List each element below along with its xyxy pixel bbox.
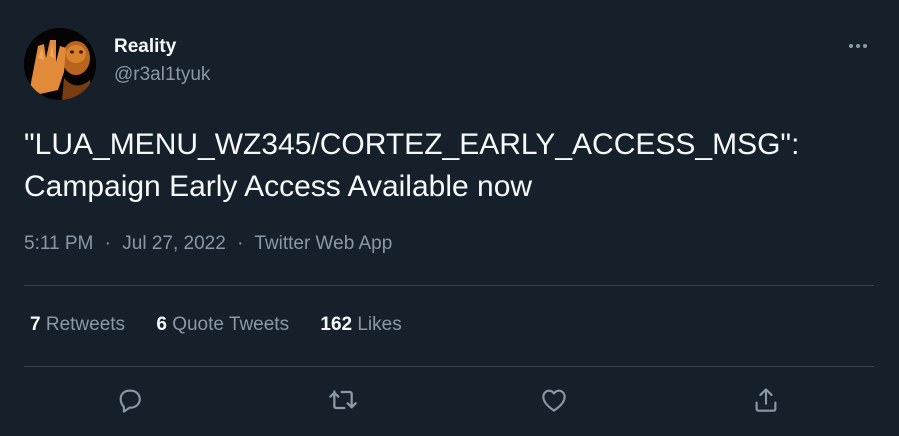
display-name[interactable]: Reality [114,36,176,58]
retweet-button[interactable] [326,383,360,417]
like-button[interactable] [537,383,571,417]
tweet-date[interactable]: Jul 27, 2022 [122,233,226,254]
retweets-stat[interactable]: 7 Retweets [30,314,125,336]
retweets-label: Retweets [45,314,126,335]
reply-button[interactable] [113,383,147,417]
likes-label: Likes [357,314,402,335]
retweets-count: 7 [30,314,41,335]
tweet-card: Reality @r3al1tyuk "LUA_MENU_WZ345/CORTE… [0,0,899,436]
share-icon [755,388,777,412]
share-button[interactable] [749,383,783,417]
tweet-metadata: 5:11 PM · Jul 27, 2022 · Twitter Web App [24,233,392,255]
engagement-stats: 7 Retweets 6 Quote Tweets 162 Likes [30,314,428,336]
tweet-source[interactable]: Twitter Web App [254,233,392,254]
avatar-image [24,28,96,100]
user-handle[interactable]: @r3al1tyuk [114,64,210,86]
quote-tweets-stat[interactable]: 6 Quote Tweets [156,314,289,336]
divider [24,285,874,286]
separator-dot: · [104,233,111,254]
more-icon [849,44,867,48]
more-options-button[interactable] [842,34,874,58]
quote-tweets-label: Quote Tweets [172,314,290,335]
like-icon [542,389,566,412]
divider [24,366,874,367]
tweet-text: "LUA_MENU_WZ345/CORTEZ_EARLY_ACCESS_MSG"… [24,128,800,203]
quote-tweets-count: 6 [156,314,167,335]
avatar[interactable] [24,28,96,100]
separator-dot: · [237,233,244,254]
retweet-icon [329,390,357,410]
likes-count: 162 [320,314,353,335]
tweet-time[interactable]: 5:11 PM [24,233,93,254]
reply-icon [119,389,141,413]
likes-stat[interactable]: 162 Likes [320,314,401,336]
